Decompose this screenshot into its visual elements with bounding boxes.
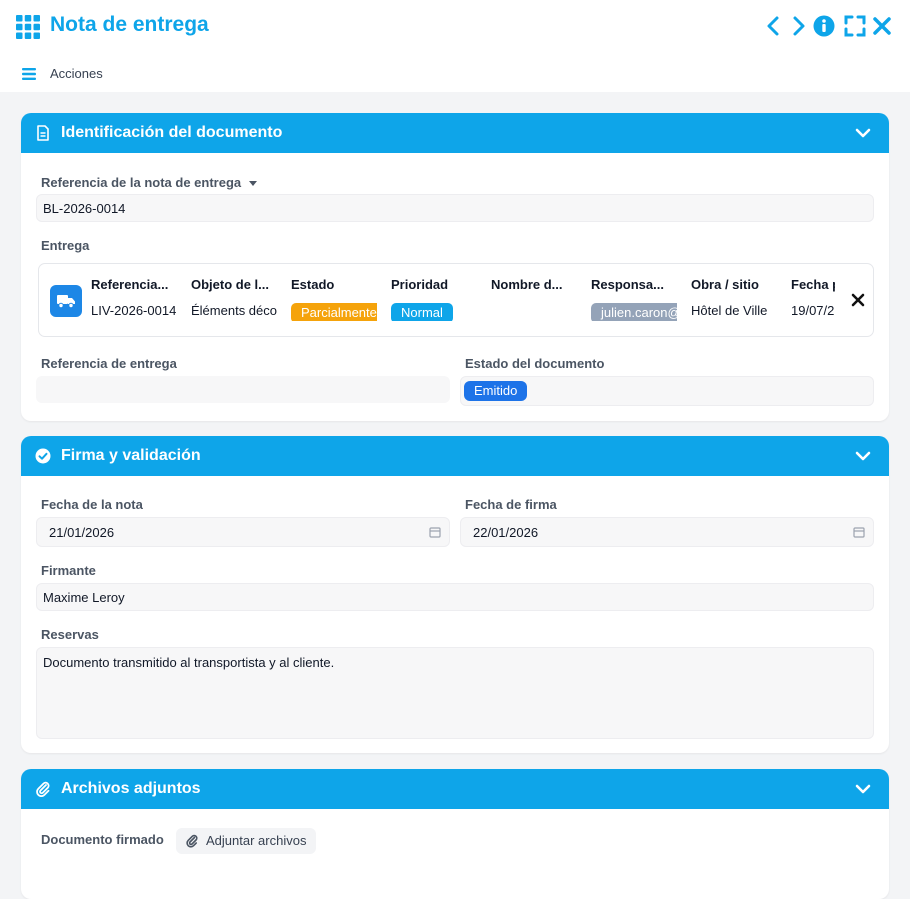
paperclip-icon xyxy=(186,834,198,848)
note-date-value: 21/01/2026 xyxy=(49,525,115,540)
panel-title: Identificación del documento xyxy=(61,124,283,141)
calendar-icon[interactable] xyxy=(853,526,865,538)
status-badge: Parcialmente xyxy=(291,303,377,321)
delivery-note-ref-field[interactable]: BL-2026-0014 xyxy=(36,194,874,222)
delivery-card[interactable]: Referencia... LIV-2026-0014 Objeto de l.… xyxy=(38,263,874,337)
delivery-col-status: Estado Parcialmente xyxy=(291,277,377,321)
signature-date-label: Fecha de firma xyxy=(465,497,557,512)
reservations-label: Reservas xyxy=(41,627,99,642)
panel-header-signature[interactable]: Firma y validación xyxy=(21,436,889,476)
document-status-field[interactable]: Emitido xyxy=(460,376,874,406)
chevron-down-icon[interactable] xyxy=(855,782,871,796)
delivery-col-name: Nombre d... xyxy=(491,277,577,321)
delivery-note-window: Nota de entrega Acciones Identificación … xyxy=(0,0,910,899)
panel-signature-validation: Firma y validación Fecha de la nota 21/0… xyxy=(21,436,889,753)
delivery-label: Entrega xyxy=(41,238,90,253)
caret-down-icon[interactable] xyxy=(249,181,258,187)
panel-document-identification: Identificación del documento Referencia … xyxy=(21,113,889,421)
remove-delivery-icon[interactable] xyxy=(851,293,865,307)
attach-files-label: Adjuntar archivos xyxy=(206,833,307,848)
delivery-cell-site: Hôtel de Ville xyxy=(691,303,768,318)
responsible-badge: julien.caron@ xyxy=(591,303,677,321)
chevron-left-icon[interactable] xyxy=(762,14,786,38)
delivery-col-header: Nombre d... xyxy=(491,277,563,292)
panel-header-attachments[interactable]: Archivos adjuntos xyxy=(21,769,889,809)
info-icon[interactable] xyxy=(812,14,836,38)
signer-field[interactable]: Maxime Leroy xyxy=(36,583,874,611)
delivery-note-ref-label-text: Referencia de la nota de entrega xyxy=(41,175,242,190)
fullscreen-icon[interactable] xyxy=(843,14,867,38)
delivery-reference-field[interactable] xyxy=(36,376,450,403)
signed-document-label: Documento firmado xyxy=(41,832,164,847)
window-header: Nota de entrega Acciones xyxy=(0,0,910,92)
reservations-value: Documento transmitido al transportista y… xyxy=(43,655,335,670)
signature-date-value: 22/01/2026 xyxy=(473,525,539,540)
page-title: Nota de entrega xyxy=(50,13,209,36)
delivery-col-date: Fecha p 19/07/2 xyxy=(791,277,835,321)
reservations-textarea[interactable]: Documento transmitido al transportista y… xyxy=(36,647,874,739)
calendar-icon[interactable] xyxy=(429,526,441,538)
panel-title: Archivos adjuntos xyxy=(61,780,201,797)
actions-label[interactable]: Acciones xyxy=(50,66,103,81)
delivery-col-object: Objeto de l... Éléments décoratifs xyxy=(191,277,277,321)
delivery-col-header: Objeto de l... xyxy=(191,277,270,292)
delivery-cell-reference: LIV-2026-0014 xyxy=(91,303,177,318)
delivery-col-priority: Prioridad Normal xyxy=(391,277,477,321)
delivery-cell-name xyxy=(491,303,577,321)
delivery-note-ref-value: BL-2026-0014 xyxy=(43,201,126,216)
delivery-cell-date: 19/07/2 xyxy=(791,303,835,318)
chevron-down-icon[interactable] xyxy=(855,126,871,140)
panel-header-identification[interactable]: Identificación del documento xyxy=(21,113,889,153)
priority-badge: Normal xyxy=(391,303,453,321)
hamburger-menu-icon[interactable] xyxy=(22,67,36,81)
status-badge: Emitido xyxy=(464,381,528,401)
delivery-note-ref-label[interactable]: Referencia de la nota de entrega xyxy=(41,175,258,190)
delivery-cell-object: Éléments décoratifs xyxy=(191,303,277,318)
check-circle-icon xyxy=(35,448,51,464)
apps-grid-icon[interactable] xyxy=(16,15,40,39)
delivery-col-responsible: Responsa... julien.caron@ xyxy=(591,277,677,321)
delivery-col-header: Responsa... xyxy=(591,277,664,292)
signer-value: Maxime Leroy xyxy=(43,590,125,605)
close-icon[interactable] xyxy=(870,14,894,38)
delivery-col-header: Referencia... xyxy=(91,277,169,292)
delivery-col-site: Obra / sitio Hôtel de Ville xyxy=(691,277,777,321)
signer-label: Firmante xyxy=(41,563,96,578)
paperclip-icon xyxy=(36,781,50,797)
delivery-col-header: Fecha p xyxy=(791,277,835,292)
delivery-reference-label: Referencia de entrega xyxy=(41,356,177,371)
note-date-field[interactable]: 21/01/2026 xyxy=(36,517,450,547)
delivery-col-header: Obra / sitio xyxy=(691,277,759,292)
delivery-col-header: Estado xyxy=(291,277,335,292)
delivery-col-reference: Referencia... LIV-2026-0014 xyxy=(91,277,177,321)
attach-files-button[interactable]: Adjuntar archivos xyxy=(176,828,317,854)
document-status-label: Estado del documento xyxy=(465,356,605,371)
chevron-right-icon[interactable] xyxy=(786,14,810,38)
panel-title: Firma y validación xyxy=(61,447,201,464)
delivery-col-header: Prioridad xyxy=(391,277,449,292)
truck-icon xyxy=(50,285,82,317)
document-icon xyxy=(37,125,49,141)
chevron-down-icon[interactable] xyxy=(855,449,871,463)
note-date-label: Fecha de la nota xyxy=(41,497,143,512)
signature-date-field[interactable]: 22/01/2026 xyxy=(460,517,874,547)
